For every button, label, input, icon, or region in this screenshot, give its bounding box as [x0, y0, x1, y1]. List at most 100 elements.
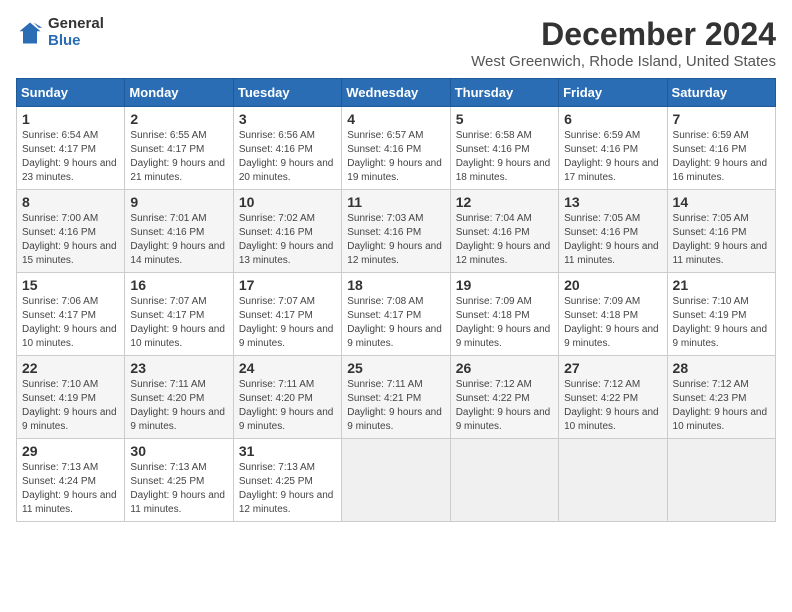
day-number: 22: [22, 360, 119, 376]
calendar-cell: 6 Sunrise: 6:59 AM Sunset: 4:16 PM Dayli…: [559, 107, 667, 190]
calendar-cell: 16 Sunrise: 7:07 AM Sunset: 4:17 PM Dayl…: [125, 273, 233, 356]
day-info: Sunrise: 7:10 AM Sunset: 4:19 PM Dayligh…: [673, 295, 770, 351]
calendar-cell: 3 Sunrise: 6:56 AM Sunset: 4:16 PM Dayli…: [233, 107, 341, 190]
day-info: Sunrise: 7:11 AM Sunset: 4:20 PM Dayligh…: [130, 378, 227, 434]
header-row: Sunday Monday Tuesday Wednesday Thursday…: [17, 79, 776, 107]
day-info: Sunrise: 6:58 AM Sunset: 4:16 PM Dayligh…: [456, 129, 553, 185]
calendar-week-row: 29 Sunrise: 7:13 AM Sunset: 4:24 PM Dayl…: [17, 439, 776, 522]
calendar-cell: 22 Sunrise: 7:10 AM Sunset: 4:19 PM Dayl…: [17, 356, 125, 439]
calendar-table: Sunday Monday Tuesday Wednesday Thursday…: [16, 78, 776, 522]
logo-text: General Blue: [48, 16, 104, 49]
calendar-cell: 30 Sunrise: 7:13 AM Sunset: 4:25 PM Dayl…: [125, 439, 233, 522]
day-info: Sunrise: 7:11 AM Sunset: 4:20 PM Dayligh…: [239, 378, 336, 434]
day-number: 27: [564, 360, 661, 376]
day-info: Sunrise: 7:05 AM Sunset: 4:16 PM Dayligh…: [673, 212, 770, 268]
day-info: Sunrise: 7:01 AM Sunset: 4:16 PM Dayligh…: [130, 212, 227, 268]
day-number: 14: [673, 194, 770, 210]
calendar-cell: [342, 439, 450, 522]
calendar-cell: 20 Sunrise: 7:09 AM Sunset: 4:18 PM Dayl…: [559, 273, 667, 356]
calendar-cell: 9 Sunrise: 7:01 AM Sunset: 4:16 PM Dayli…: [125, 190, 233, 273]
day-number: 19: [456, 277, 553, 293]
calendar-cell: [450, 439, 558, 522]
calendar-cell: [559, 439, 667, 522]
day-info: Sunrise: 7:12 AM Sunset: 4:22 PM Dayligh…: [456, 378, 553, 434]
day-number: 2: [130, 111, 227, 127]
calendar-cell: 15 Sunrise: 7:06 AM Sunset: 4:17 PM Dayl…: [17, 273, 125, 356]
calendar-cell: 1 Sunrise: 6:54 AM Sunset: 4:17 PM Dayli…: [17, 107, 125, 190]
day-info: Sunrise: 7:11 AM Sunset: 4:21 PM Dayligh…: [347, 378, 444, 434]
calendar-cell: 26 Sunrise: 7:12 AM Sunset: 4:22 PM Dayl…: [450, 356, 558, 439]
day-number: 28: [673, 360, 770, 376]
day-number: 29: [22, 443, 119, 459]
calendar-cell: 14 Sunrise: 7:05 AM Sunset: 4:16 PM Dayl…: [667, 190, 775, 273]
day-number: 21: [673, 277, 770, 293]
day-number: 30: [130, 443, 227, 459]
subtitle: West Greenwich, Rhode Island, United Sta…: [471, 53, 776, 70]
calendar-cell: 5 Sunrise: 6:58 AM Sunset: 4:16 PM Dayli…: [450, 107, 558, 190]
calendar-cell: 25 Sunrise: 7:11 AM Sunset: 4:21 PM Dayl…: [342, 356, 450, 439]
logo-general-text: General: [48, 16, 104, 33]
day-number: 6: [564, 111, 661, 127]
day-number: 3: [239, 111, 336, 127]
calendar-week-row: 8 Sunrise: 7:00 AM Sunset: 4:16 PM Dayli…: [17, 190, 776, 273]
logo: General Blue: [16, 16, 104, 49]
day-info: Sunrise: 6:56 AM Sunset: 4:16 PM Dayligh…: [239, 129, 336, 185]
calendar-cell: 2 Sunrise: 6:55 AM Sunset: 4:17 PM Dayli…: [125, 107, 233, 190]
day-number: 7: [673, 111, 770, 127]
day-info: Sunrise: 7:04 AM Sunset: 4:16 PM Dayligh…: [456, 212, 553, 268]
page-container: General Blue December 2024 West Greenwic…: [16, 16, 776, 522]
day-info: Sunrise: 7:03 AM Sunset: 4:16 PM Dayligh…: [347, 212, 444, 268]
day-number: 23: [130, 360, 227, 376]
col-sunday: Sunday: [17, 79, 125, 107]
day-number: 31: [239, 443, 336, 459]
day-number: 16: [130, 277, 227, 293]
day-info: Sunrise: 6:59 AM Sunset: 4:16 PM Dayligh…: [564, 129, 661, 185]
day-info: Sunrise: 7:09 AM Sunset: 4:18 PM Dayligh…: [456, 295, 553, 351]
day-info: Sunrise: 6:59 AM Sunset: 4:16 PM Dayligh…: [673, 129, 770, 185]
calendar-cell: [667, 439, 775, 522]
calendar-cell: 10 Sunrise: 7:02 AM Sunset: 4:16 PM Dayl…: [233, 190, 341, 273]
day-info: Sunrise: 7:10 AM Sunset: 4:19 PM Dayligh…: [22, 378, 119, 434]
col-wednesday: Wednesday: [342, 79, 450, 107]
day-info: Sunrise: 7:08 AM Sunset: 4:17 PM Dayligh…: [347, 295, 444, 351]
col-thursday: Thursday: [450, 79, 558, 107]
logo-icon: [16, 19, 44, 47]
day-info: Sunrise: 7:13 AM Sunset: 4:24 PM Dayligh…: [22, 461, 119, 517]
day-info: Sunrise: 7:12 AM Sunset: 4:22 PM Dayligh…: [564, 378, 661, 434]
day-number: 20: [564, 277, 661, 293]
day-number: 18: [347, 277, 444, 293]
day-info: Sunrise: 6:54 AM Sunset: 4:17 PM Dayligh…: [22, 129, 119, 185]
col-tuesday: Tuesday: [233, 79, 341, 107]
calendar-cell: 19 Sunrise: 7:09 AM Sunset: 4:18 PM Dayl…: [450, 273, 558, 356]
calendar-cell: 11 Sunrise: 7:03 AM Sunset: 4:16 PM Dayl…: [342, 190, 450, 273]
calendar-cell: 28 Sunrise: 7:12 AM Sunset: 4:23 PM Dayl…: [667, 356, 775, 439]
logo-blue-text: Blue: [48, 33, 104, 50]
day-number: 10: [239, 194, 336, 210]
day-info: Sunrise: 7:06 AM Sunset: 4:17 PM Dayligh…: [22, 295, 119, 351]
day-info: Sunrise: 6:55 AM Sunset: 4:17 PM Dayligh…: [130, 129, 227, 185]
day-number: 15: [22, 277, 119, 293]
day-info: Sunrise: 7:05 AM Sunset: 4:16 PM Dayligh…: [564, 212, 661, 268]
day-number: 4: [347, 111, 444, 127]
day-number: 1: [22, 111, 119, 127]
calendar-cell: 17 Sunrise: 7:07 AM Sunset: 4:17 PM Dayl…: [233, 273, 341, 356]
col-saturday: Saturday: [667, 79, 775, 107]
day-number: 5: [456, 111, 553, 127]
day-number: 24: [239, 360, 336, 376]
header: General Blue December 2024 West Greenwic…: [16, 16, 776, 70]
calendar-cell: 23 Sunrise: 7:11 AM Sunset: 4:20 PM Dayl…: [125, 356, 233, 439]
calendar-cell: 21 Sunrise: 7:10 AM Sunset: 4:19 PM Dayl…: [667, 273, 775, 356]
day-info: Sunrise: 7:00 AM Sunset: 4:16 PM Dayligh…: [22, 212, 119, 268]
day-number: 17: [239, 277, 336, 293]
day-number: 8: [22, 194, 119, 210]
calendar-cell: 8 Sunrise: 7:00 AM Sunset: 4:16 PM Dayli…: [17, 190, 125, 273]
day-info: Sunrise: 7:07 AM Sunset: 4:17 PM Dayligh…: [130, 295, 227, 351]
col-friday: Friday: [559, 79, 667, 107]
calendar-cell: 31 Sunrise: 7:13 AM Sunset: 4:25 PM Dayl…: [233, 439, 341, 522]
calendar-cell: 7 Sunrise: 6:59 AM Sunset: 4:16 PM Dayli…: [667, 107, 775, 190]
calendar-week-row: 15 Sunrise: 7:06 AM Sunset: 4:17 PM Dayl…: [17, 273, 776, 356]
main-title: December 2024: [471, 16, 776, 53]
day-number: 13: [564, 194, 661, 210]
day-info: Sunrise: 7:07 AM Sunset: 4:17 PM Dayligh…: [239, 295, 336, 351]
calendar-cell: 4 Sunrise: 6:57 AM Sunset: 4:16 PM Dayli…: [342, 107, 450, 190]
